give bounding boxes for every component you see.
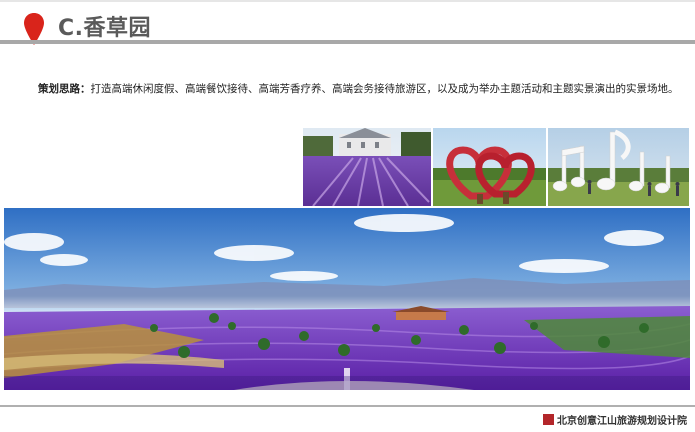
music-note-sculpture-photo xyxy=(548,128,689,206)
lavender-garden-panorama xyxy=(4,208,690,390)
company-logo-icon xyxy=(543,414,554,425)
page-title: C.香草园 xyxy=(58,16,152,41)
top-rule xyxy=(0,0,695,2)
title-underline xyxy=(0,40,695,44)
company-name: 北京创意江山旅游规划设计院 xyxy=(557,416,687,427)
footer-rule xyxy=(0,405,695,407)
lavender-field-photo xyxy=(303,128,431,206)
company-footer: 北京创意江山旅游规划设计院 xyxy=(543,412,687,427)
strategy-paragraph: 策划思路：打造高端休闲度假、高端餐饮接待、高端芳香疗养、高端会务接待旅游区，以及… xyxy=(38,82,688,96)
heart-sculpture-photo xyxy=(433,128,546,206)
strategy-label: 策划思路： xyxy=(38,83,91,95)
strategy-text: 打造高端休闲度假、高端餐饮接待、高端芳香疗养、高端会务接待旅游区，以及成为举办主… xyxy=(90,83,679,95)
